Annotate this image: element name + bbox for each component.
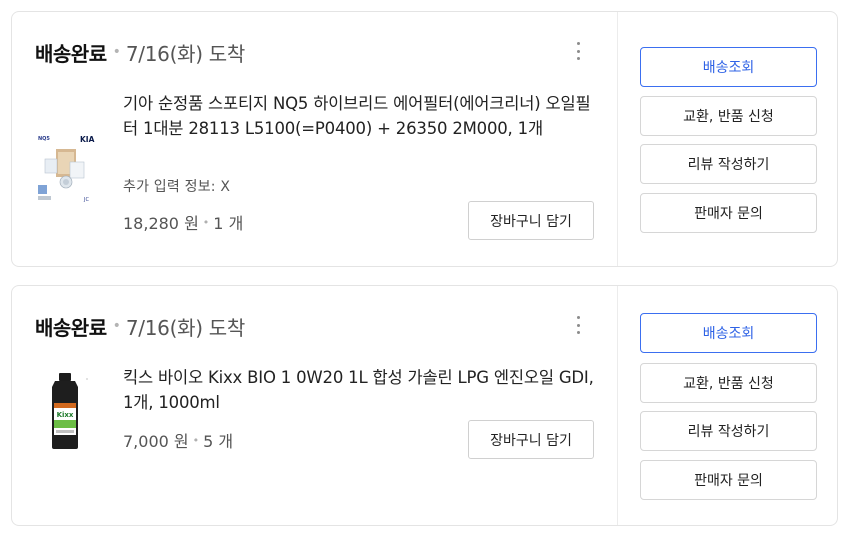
product-title[interactable]: 기아 순정품 스포티지 NQ5 하이브리드 에어필터(에어크리너) 오일필터 1…: [123, 91, 601, 141]
contact-seller-button[interactable]: 판매자 문의: [640, 460, 817, 500]
svg-text:JC: JC: [83, 197, 89, 203]
separator-dot: •: [112, 318, 121, 334]
thumb-model-label: NQ5: [38, 136, 50, 142]
thumb-brand-logo: KIA: [80, 135, 95, 144]
delivery-status: 배송완료: [35, 315, 107, 340]
product-thumbnail[interactable]: NQ5 KIA JC: [34, 125, 106, 205]
write-review-button[interactable]: 리뷰 작성하기: [640, 411, 817, 451]
separator-dot: •: [202, 215, 210, 229]
arrival-date: 7/16(화) 도착: [125, 315, 245, 340]
order-details: 배송완료 • 7/16(화) 도착 Kixx 킥스 바이오 Kixx BIO 1…: [12, 286, 617, 525]
track-delivery-button[interactable]: 배송조회: [640, 47, 817, 87]
add-to-cart-button[interactable]: 장바구니 담기: [468, 201, 594, 240]
thumb-brand-label: Kixx: [57, 411, 74, 419]
quantity: 5 개: [203, 432, 234, 451]
order-card: 배송완료 • 7/16(화) 도착 Kixx 킥스 바이오 Kixx BIO 1…: [11, 285, 838, 526]
order-actions: 배송조회 교환, 반품 신청 리뷰 작성하기 판매자 문의: [617, 12, 837, 266]
filter-kit-image: NQ5 KIA JC: [34, 125, 106, 205]
more-options-icon[interactable]: [568, 40, 588, 62]
price-quantity: 18,280 원 • 1 개: [123, 210, 243, 234]
oil-bottle-image: Kixx: [34, 371, 106, 451]
exchange-return-button[interactable]: 교환, 반품 신청: [640, 363, 817, 403]
separator-dot: •: [192, 433, 200, 447]
price-quantity: 7,000 원 • 5 개: [123, 428, 233, 452]
track-delivery-button[interactable]: 배송조회: [640, 313, 817, 353]
separator-dot: •: [112, 44, 121, 60]
delivery-status: 배송완료: [35, 41, 107, 66]
order-details: 배송완료 • 7/16(화) 도착 NQ5 KIA JC 기아 순정품 스포티지…: [12, 12, 617, 266]
quantity: 1 개: [213, 214, 244, 233]
order-actions: 배송조회 교환, 반품 신청 리뷰 작성하기 판매자 문의: [617, 286, 837, 525]
product-title[interactable]: 킥스 바이오 Kixx BIO 1 0W20 1L 합성 가솔린 LPG 엔진오…: [123, 365, 601, 415]
contact-seller-button[interactable]: 판매자 문의: [640, 193, 817, 233]
add-to-cart-button[interactable]: 장바구니 담기: [468, 420, 594, 459]
product-thumbnail[interactable]: Kixx: [34, 371, 106, 451]
arrival-date: 7/16(화) 도착: [125, 41, 245, 66]
extra-input-info: 추가 입력 정보: X: [123, 179, 231, 195]
delivery-status-row: 배송완료 • 7/16(화) 도착: [35, 310, 245, 342]
unit-price: 7,000 원: [123, 432, 189, 451]
more-options-icon[interactable]: [568, 314, 588, 336]
unit-price: 18,280 원: [123, 214, 199, 233]
order-card: 배송완료 • 7/16(화) 도착 NQ5 KIA JC 기아 순정품 스포티지…: [11, 11, 838, 267]
exchange-return-button[interactable]: 교환, 반품 신청: [640, 96, 817, 136]
delivery-status-row: 배송완료 • 7/16(화) 도착: [35, 36, 245, 68]
write-review-button[interactable]: 리뷰 작성하기: [640, 144, 817, 184]
